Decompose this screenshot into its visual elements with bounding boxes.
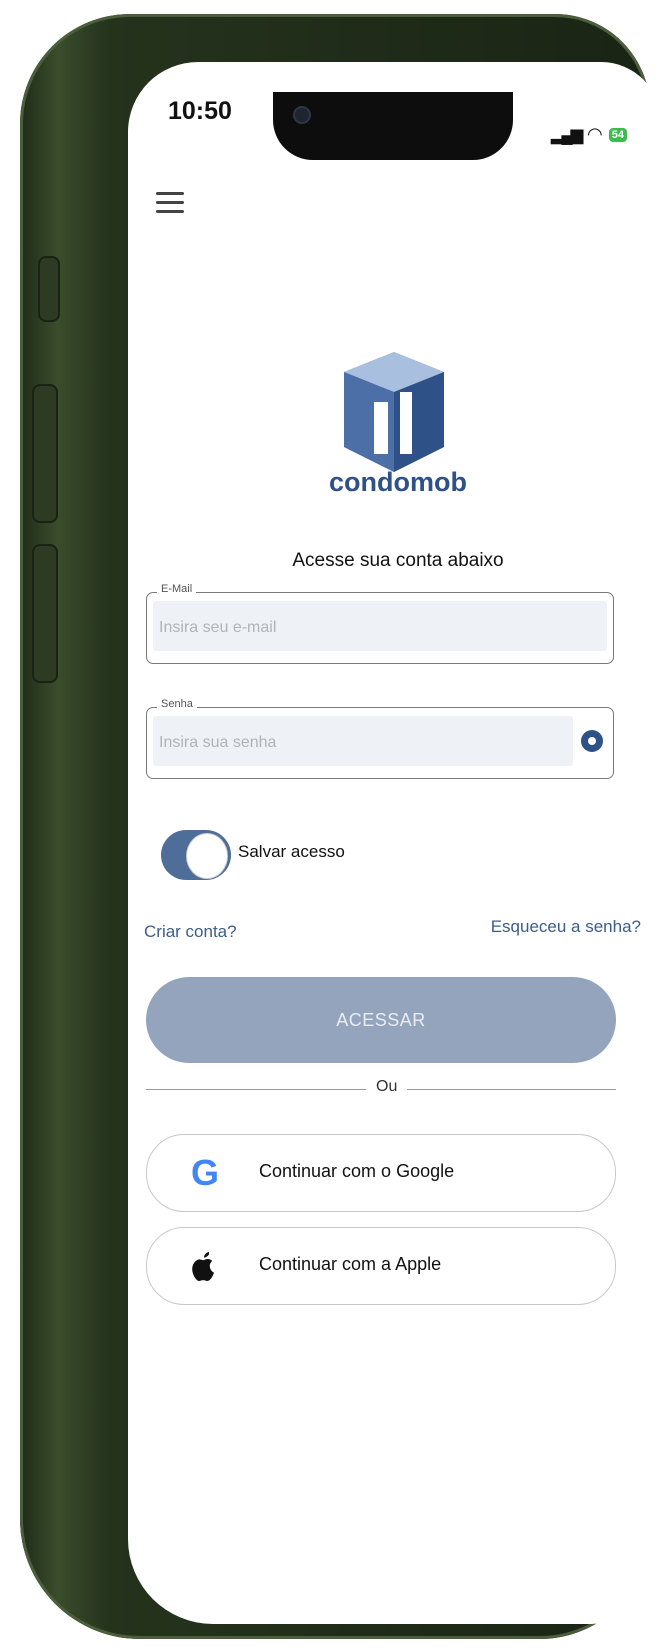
app-screen: 10:50 ▂▄▆ ◠ 54 condomob Acesse sua conta… — [128, 62, 661, 1624]
email-label: E-Mail — [157, 583, 197, 595]
eye-icon[interactable] — [581, 730, 603, 752]
brand-name: condomob — [329, 467, 467, 497]
save-access-label: Salvar acesso — [238, 842, 345, 861]
divider-label: Ou — [366, 1078, 408, 1096]
create-account-link[interactable]: Criar conta? — [144, 922, 237, 942]
email-placeholder: Insira seu e-mail — [159, 619, 277, 636]
status-icons: ▂▄▆ ◠ 54 — [551, 124, 627, 145]
signal-icon: ▂▄▆ — [551, 126, 583, 144]
email-field[interactable]: E-Mail Insira seu e-mail — [146, 583, 614, 664]
condomob-logo — [344, 352, 444, 472]
forgot-password-link[interactable]: Esqueceu a senha? — [491, 917, 641, 937]
apple-login-button[interactable]: Continuar com a Apple — [146, 1227, 616, 1305]
apple-icon — [192, 1251, 214, 1281]
battery-icon: 54 — [608, 127, 627, 142]
google-login-label: Continuar com o Google — [259, 1161, 455, 1181]
toggle-knob — [186, 833, 228, 879]
notch — [273, 92, 513, 160]
volume-down-button — [32, 544, 58, 683]
camera — [293, 106, 311, 124]
volume-up-button — [32, 384, 58, 523]
wifi-icon: ◠ — [587, 124, 603, 144]
password-placeholder: Insira sua senha — [159, 734, 277, 751]
menu-icon[interactable] — [156, 192, 184, 219]
password-label: Senha — [157, 698, 197, 710]
status-time: 10:50 — [168, 97, 232, 125]
password-field[interactable]: Senha Insira sua senha — [146, 698, 614, 779]
silent-switch — [38, 256, 60, 322]
save-access-toggle[interactable] — [161, 830, 231, 880]
apple-login-label: Continuar com a Apple — [259, 1254, 442, 1274]
phone-frame: 10:50 ▂▄▆ ◠ 54 condomob Acesse sua conta… — [20, 14, 661, 1639]
google-login-button[interactable]: G Continuar com o Google — [146, 1134, 616, 1212]
login-subtitle: Acesse sua conta abaixo — [292, 550, 504, 571]
submit-button[interactable]: ACESSAR — [146, 977, 616, 1063]
google-icon: G — [190, 1152, 219, 1193]
